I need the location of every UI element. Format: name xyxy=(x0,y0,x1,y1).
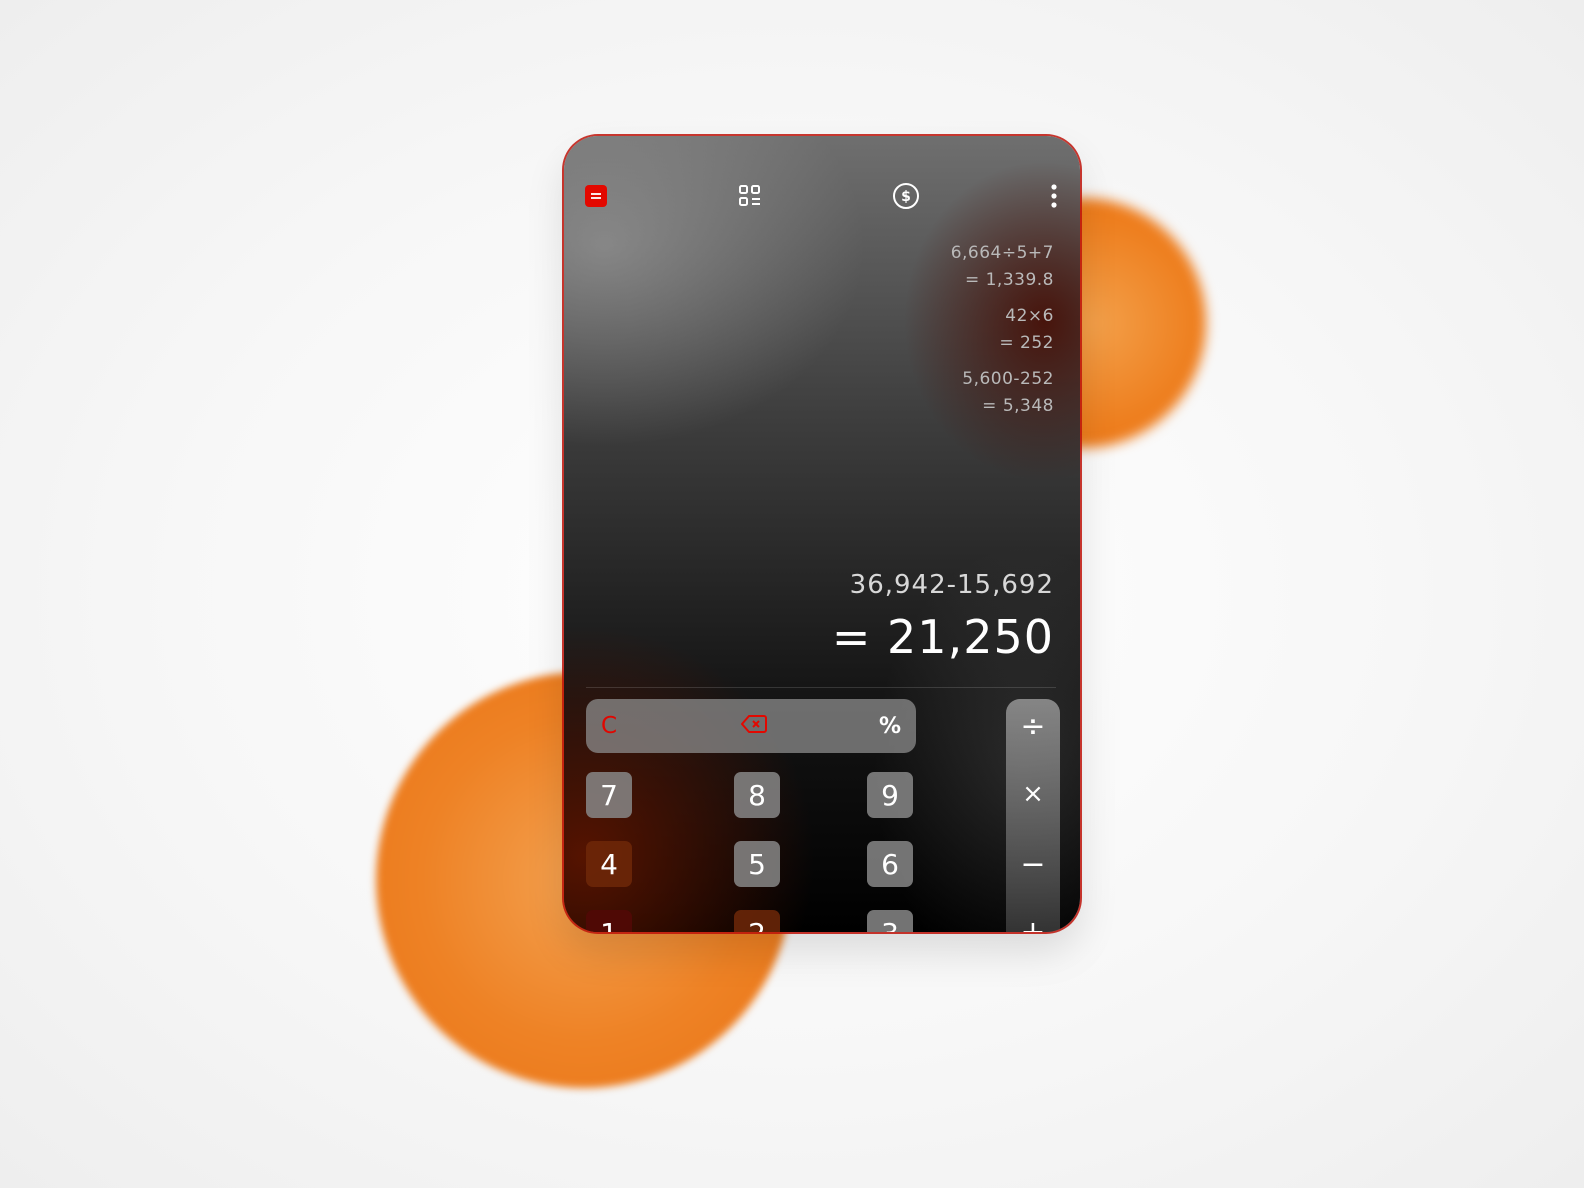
key-6[interactable]: 6 xyxy=(867,841,913,887)
history-list-icon xyxy=(585,185,607,211)
operators-column: ÷ × − + xyxy=(1006,699,1060,932)
backspace-button[interactable] xyxy=(736,699,772,753)
key-1[interactable]: 1 xyxy=(586,910,632,932)
current-expression: 36,942-15,692 xyxy=(849,570,1054,600)
history-result: = 1,339.8 xyxy=(964,270,1054,290)
history-button[interactable] xyxy=(580,182,612,214)
history-result: = 252 xyxy=(999,333,1054,353)
currency-symbol: $ xyxy=(901,189,911,205)
grid-layout-icon xyxy=(738,184,762,212)
plus-button[interactable]: + xyxy=(1006,907,1060,933)
utility-bar: C % xyxy=(586,699,916,753)
key-3[interactable]: 3 xyxy=(867,910,913,932)
key-7[interactable]: 7 xyxy=(586,772,632,818)
percent-button[interactable]: % xyxy=(872,699,908,753)
more-button[interactable] xyxy=(1038,182,1070,214)
history-entry[interactable]: 42×6 = 252 xyxy=(951,303,1054,357)
history-expression: 5,600-252 xyxy=(962,369,1054,389)
history-entry[interactable]: 6,664÷5+7 = 1,339.8 xyxy=(951,240,1054,294)
key-5[interactable]: 5 xyxy=(734,841,780,887)
clear-button[interactable]: C xyxy=(592,699,626,753)
minus-button[interactable]: − xyxy=(1006,839,1060,889)
divide-button[interactable]: ÷ xyxy=(1006,701,1060,751)
calculator-window: $ 6,664÷5+7 = 1,339.8 42×6 = 252 5,600-2… xyxy=(564,136,1080,932)
toolbar: $ xyxy=(564,182,1080,214)
currency-dollar-icon: $ xyxy=(892,182,920,214)
display-divider xyxy=(586,687,1056,688)
key-4[interactable]: 4 xyxy=(586,841,632,887)
key-2[interactable]: 2 xyxy=(734,910,780,932)
history-expression: 6,664÷5+7 xyxy=(950,243,1054,263)
key-9[interactable]: 9 xyxy=(867,772,913,818)
multiply-button[interactable]: × xyxy=(1006,769,1060,819)
history-entry[interactable]: 5,600-252 = 5,348 xyxy=(951,366,1054,420)
currency-button[interactable]: $ xyxy=(890,182,922,214)
stage: $ 6,664÷5+7 = 1,339.8 42×6 = 252 5,600-2… xyxy=(0,0,1584,1188)
more-vertical-icon xyxy=(1050,183,1058,213)
history-list: 6,664÷5+7 = 1,339.8 42×6 = 252 5,600-252… xyxy=(951,240,1054,429)
current-result: = 21,250 xyxy=(831,610,1054,664)
history-expression: 42×6 xyxy=(1005,306,1054,326)
backspace-icon xyxy=(741,714,767,738)
history-result: = 5,348 xyxy=(982,396,1054,416)
layout-button[interactable] xyxy=(734,182,766,214)
key-8[interactable]: 8 xyxy=(734,772,780,818)
